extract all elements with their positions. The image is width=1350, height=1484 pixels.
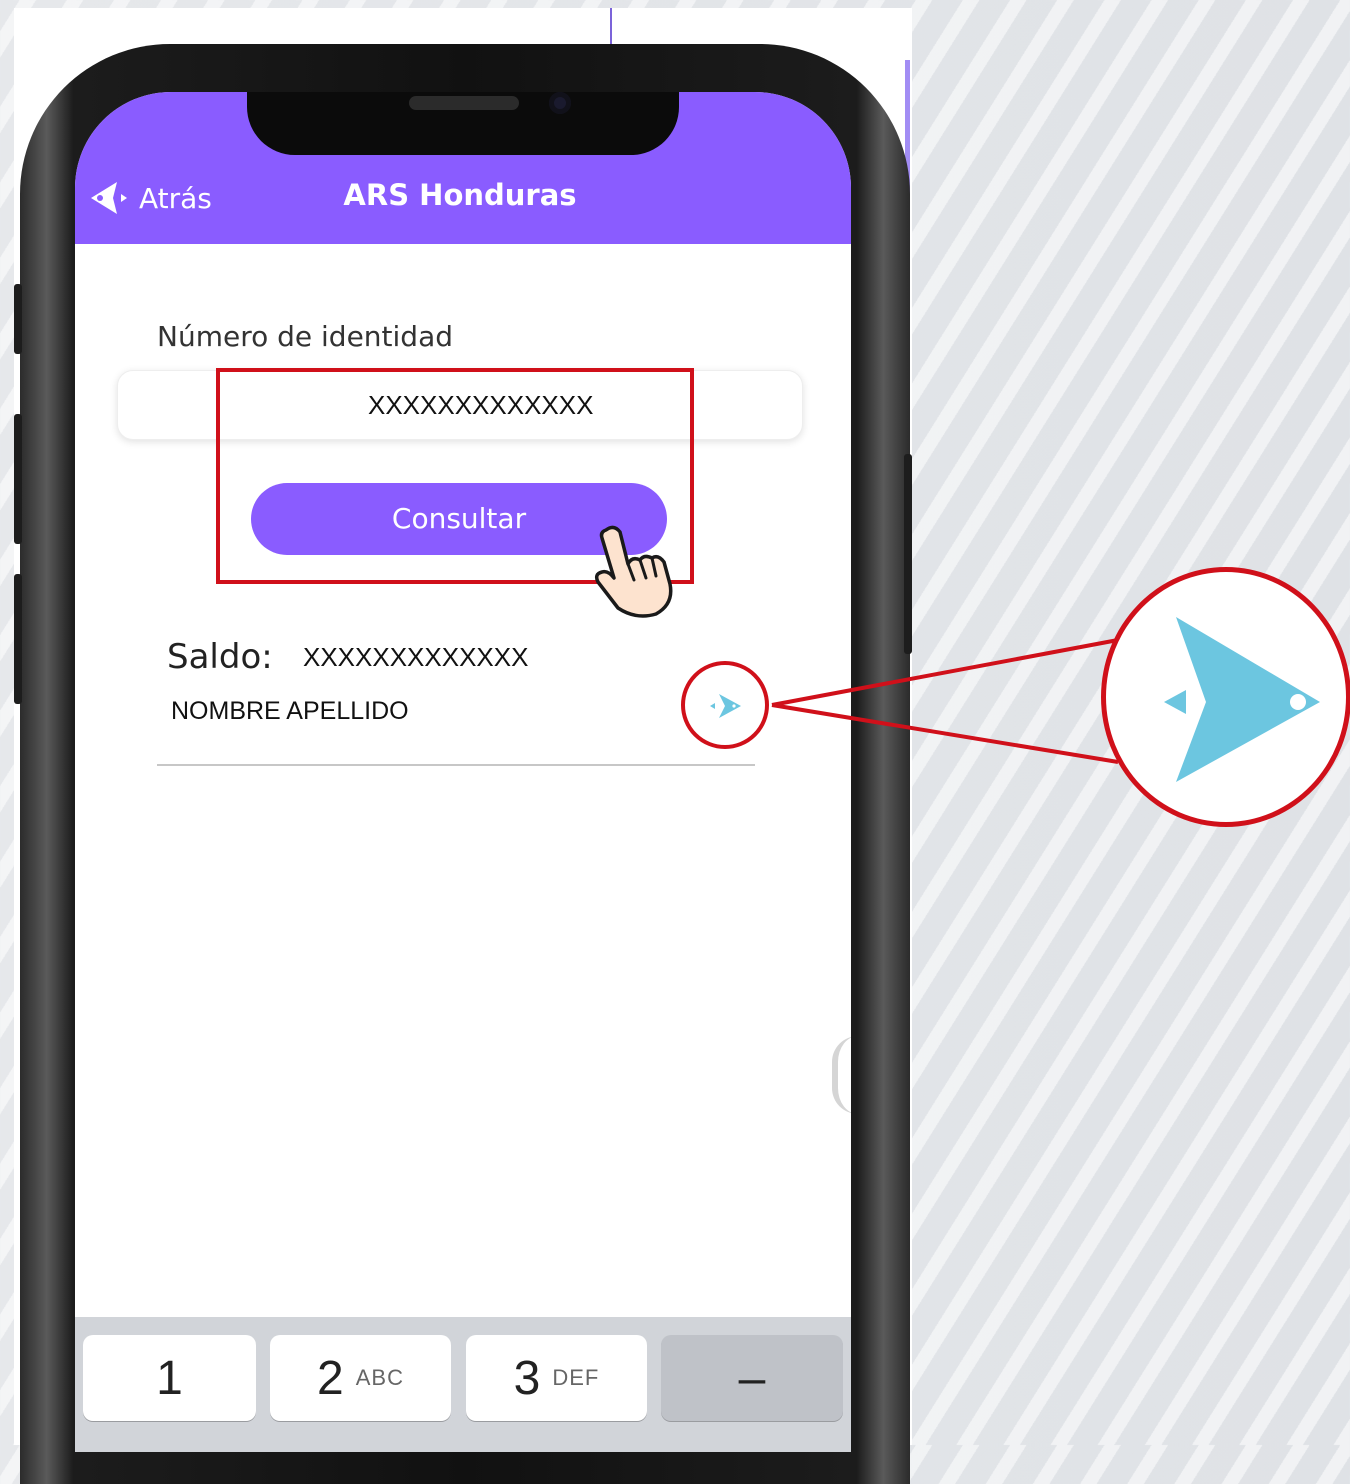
- id-label: Número de identidad: [157, 320, 454, 353]
- key-3[interactable]: 3 DEF: [466, 1335, 647, 1421]
- key-number: 1: [156, 1351, 183, 1405]
- key-letters: ABC: [355, 1365, 404, 1390]
- key-number: –: [738, 1351, 766, 1405]
- account-name: NOMBRE APELLIDO: [171, 697, 409, 725]
- speaker: [409, 96, 519, 110]
- front-camera: [549, 92, 571, 114]
- phone-volume-down: [14, 574, 22, 704]
- numeric-keypad: 1 2 ABC 3 DEF –: [75, 1317, 851, 1452]
- app-header: Atrás ARS Honduras: [75, 92, 851, 244]
- saldo-label: Saldo:: [167, 637, 273, 677]
- arrow-fish-icon-large: [1164, 617, 1320, 782]
- back-label: Atrás: [139, 181, 212, 215]
- icon-highlight-circle: [681, 661, 769, 749]
- back-button[interactable]: Atrás: [87, 178, 212, 218]
- result-divider: [157, 764, 755, 766]
- saldo-value: XXXXXXXXXXXXX: [303, 642, 529, 672]
- phone-power-button: [904, 454, 912, 654]
- key-number: 3: [513, 1351, 541, 1405]
- key-1[interactable]: 1: [83, 1335, 256, 1421]
- phone-notch: [247, 92, 679, 155]
- phone-screen: Atrás ARS Honduras Número de identidad X…: [75, 92, 851, 1452]
- phone-side-button: [14, 284, 22, 354]
- key-letters: DEF: [552, 1365, 600, 1390]
- key-2[interactable]: 2 ABC: [270, 1335, 451, 1421]
- key-minus[interactable]: –: [661, 1335, 843, 1421]
- key-number: 2: [317, 1351, 344, 1405]
- back-arrow-icon: [91, 182, 127, 214]
- divider-line: [610, 8, 612, 46]
- scroll-handle[interactable]: [832, 1036, 851, 1114]
- phone-volume-up: [14, 414, 22, 544]
- page-title: ARS Honduras: [343, 178, 577, 212]
- zoom-callout-circle: [1101, 567, 1350, 827]
- hand-pointer-icon: [594, 525, 673, 618]
